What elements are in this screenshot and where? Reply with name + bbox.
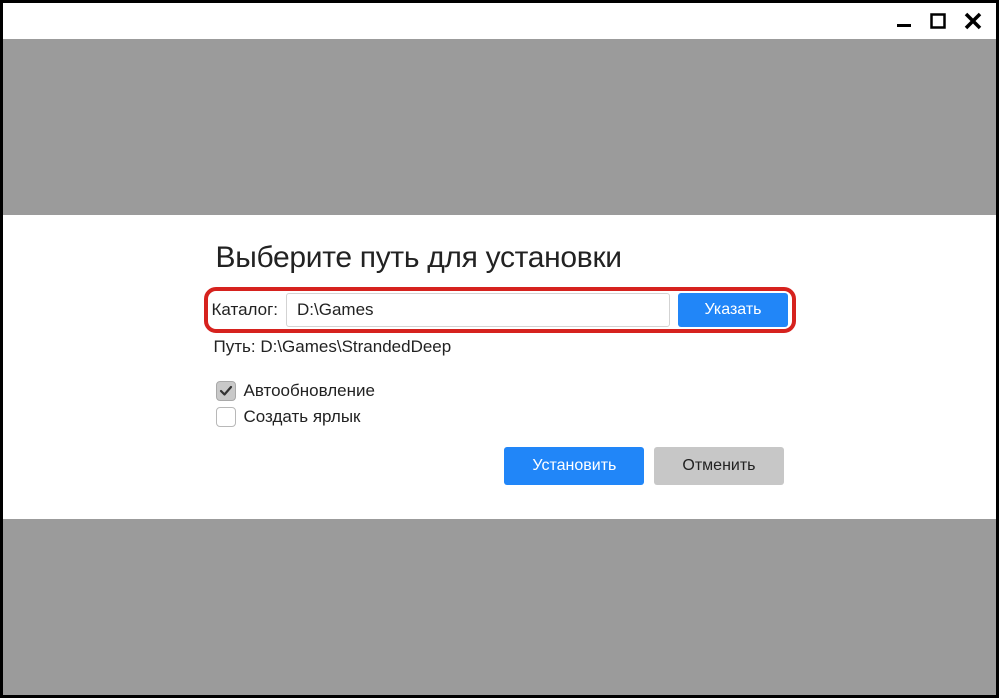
window-frame: Выберите путь для установки Каталог: Ука… (0, 0, 999, 698)
path-label: Путь: (214, 337, 256, 356)
content-area: Выберите путь для установки Каталог: Ука… (3, 39, 996, 695)
close-icon[interactable] (964, 12, 982, 30)
create-shortcut-row: Создать ярлык (216, 407, 784, 427)
browse-button[interactable]: Указать (678, 293, 787, 327)
dialog-heading: Выберите путь для установки (216, 241, 784, 275)
catalog-label: Каталог: (212, 300, 279, 320)
auto-update-checkbox[interactable] (216, 381, 236, 401)
titlebar (3, 3, 996, 39)
auto-update-label: Автообновление (244, 381, 375, 401)
full-path-row: Путь: D:\Games\StrandedDeep (214, 337, 784, 357)
minimize-icon[interactable] (896, 13, 912, 29)
catalog-section: Каталог: Указать (206, 289, 794, 331)
auto-update-row: Автообновление (216, 381, 784, 401)
maximize-icon[interactable] (930, 13, 946, 29)
action-row: Установить Отменить (216, 447, 784, 485)
installer-panel: Выберите путь для установки Каталог: Ука… (3, 215, 996, 519)
path-value: D:\Games\StrandedDeep (260, 337, 451, 356)
cancel-button[interactable]: Отменить (654, 447, 783, 485)
create-shortcut-checkbox[interactable] (216, 407, 236, 427)
create-shortcut-label: Создать ярлык (244, 407, 361, 427)
install-button[interactable]: Установить (504, 447, 644, 485)
catalog-input[interactable] (286, 293, 670, 327)
